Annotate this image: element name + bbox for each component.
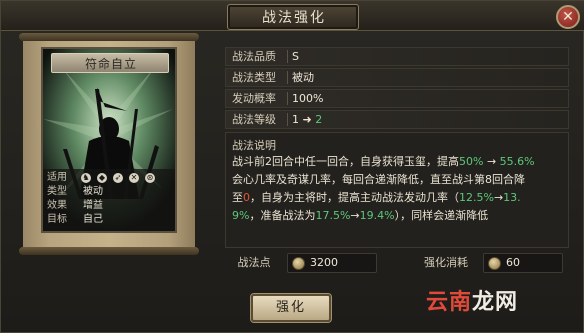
- description-text-segment: 17.5%: [315, 209, 351, 222]
- description-text-segment: 12.5%: [459, 191, 494, 204]
- shield-icon: ◆: [97, 173, 107, 183]
- spear-icon: ✕: [129, 173, 139, 183]
- description-text-segment: 战斗前2回合中任一回合，自身获得玉玺，提高: [232, 155, 459, 168]
- info-value: 被动: [292, 71, 314, 84]
- enhance-button-label: 强化: [275, 300, 306, 315]
- description-text-segment: →: [350, 209, 360, 222]
- info-row-level: 战法等级 1 ➜ 2: [225, 110, 569, 129]
- description-line: 至0，自身为主将时，提高主动战法发动几率（12.5%→13.: [232, 189, 521, 206]
- siege-icon: ⊛: [145, 173, 155, 183]
- info-value: 100%: [292, 92, 324, 105]
- card-name: 符命自立: [84, 57, 137, 71]
- watermark-part2: 龙网: [472, 290, 519, 315]
- title-plate: 战法强化: [227, 4, 359, 30]
- coin-icon: [488, 257, 501, 270]
- card-stat-key: 效果: [47, 200, 67, 211]
- description-text-segment: 19.4%: [359, 209, 395, 222]
- divider: [287, 71, 288, 84]
- enhance-button[interactable]: 强化: [251, 294, 331, 322]
- tactic-points-label: 战法点: [237, 256, 271, 269]
- description-text-segment: →: [493, 191, 504, 204]
- info-row-type: 战法类型 被动: [225, 68, 569, 87]
- divider: [287, 92, 288, 105]
- divider: [287, 113, 288, 126]
- divider: [287, 50, 288, 63]
- card-stats: 适用 ♞ ◆ ➶ ✕ ⊛ 类型 被动 效果 增益 目标 自己: [43, 169, 175, 231]
- coin-icon: [292, 257, 305, 270]
- info-key: 发动概率: [232, 92, 276, 105]
- info-key: 战法品质: [232, 50, 276, 63]
- description-heading: 战法说明: [232, 139, 276, 152]
- tactic-enhance-window: 战法强化 ✕ 符命自立 适用 ♞ ◆ ➶ ✕ ⊛ 类型 被动 效果 增益 目标 …: [0, 0, 584, 333]
- info-row-probability: 发动概率 100%: [225, 89, 569, 108]
- tactic-points-box: 3200: [287, 253, 377, 273]
- info-key: 战法等级: [232, 113, 276, 126]
- level-from: 1: [292, 113, 299, 126]
- description-line: 9%，准备战法为17.5%→19.4%），同样会递渐降低: [232, 207, 488, 224]
- level-to: 2: [315, 113, 323, 126]
- close-icon: ✕: [562, 9, 574, 25]
- description-text-segment: 9%: [232, 209, 250, 222]
- enhance-cost-value: 60: [506, 256, 520, 269]
- card-stat-key: 适用: [47, 172, 67, 183]
- tactic-card: 符命自立 适用 ♞ ◆ ➶ ✕ ⊛ 类型 被动 效果 增益 目标 自己: [41, 47, 177, 233]
- resource-bar: 战法点 3200 强化消耗 60: [225, 253, 569, 273]
- description-text-segment: 55.6%: [499, 155, 535, 168]
- description-text-segment: 会心几率及奇谋几率，每回合递渐降低，直至战斗第8回合降: [232, 173, 525, 186]
- card-stat-key: 类型: [47, 186, 67, 197]
- card-stat-value: 被动: [83, 186, 103, 197]
- description-text-segment: ，自身为主将时，提高主动战法发动几率（: [250, 191, 459, 204]
- watermark-part1: 云南: [426, 290, 473, 315]
- description-line: 会心几率及奇谋几率，每回合递渐降低，直至战斗第8回合降: [232, 171, 525, 188]
- description-text-segment: ，准备战法为: [249, 209, 316, 222]
- info-row-quality: 战法品质 S: [225, 47, 569, 66]
- info-value: S: [292, 50, 299, 63]
- scroll-rod-bottom: [19, 247, 199, 255]
- info-key: 战法类型: [232, 71, 276, 84]
- window-title: 战法强化: [262, 10, 326, 26]
- enhance-cost-label: 强化消耗: [424, 256, 468, 269]
- description-text-segment: →: [483, 155, 500, 168]
- description-box: 战法说明 战斗前2回合中任一回合，自身获得玉玺，提高50% → 55.6% 会心…: [225, 132, 569, 248]
- description-text-segment: ），同样会递渐降低: [394, 209, 489, 222]
- scroll-rod-top: [19, 33, 199, 41]
- site-watermark: 云南龙网: [426, 289, 518, 317]
- description-text-segment: 50%: [459, 155, 484, 168]
- card-stat-key: 目标: [47, 214, 67, 225]
- tactic-points-value: 3200: [310, 256, 338, 269]
- description-text-segment: 0: [243, 191, 250, 204]
- description-text-segment: 13.: [503, 191, 521, 204]
- card-stat-value: 自己: [83, 214, 103, 225]
- cavalry-icon: ♞: [81, 173, 91, 183]
- close-button[interactable]: ✕: [556, 5, 580, 29]
- arrow-right-icon: ➜: [302, 113, 312, 126]
- card-name-plate: 符命自立: [51, 53, 169, 73]
- archer-icon: ➶: [113, 173, 123, 183]
- info-value: 1 ➜ 2: [292, 111, 322, 128]
- description-line: 战斗前2回合中任一回合，自身获得玉玺，提高50% → 55.6%: [232, 153, 535, 170]
- enhance-cost-box: 60: [483, 253, 563, 273]
- description-text-segment: 至: [232, 191, 243, 204]
- card-stat-value: 增益: [83, 200, 103, 211]
